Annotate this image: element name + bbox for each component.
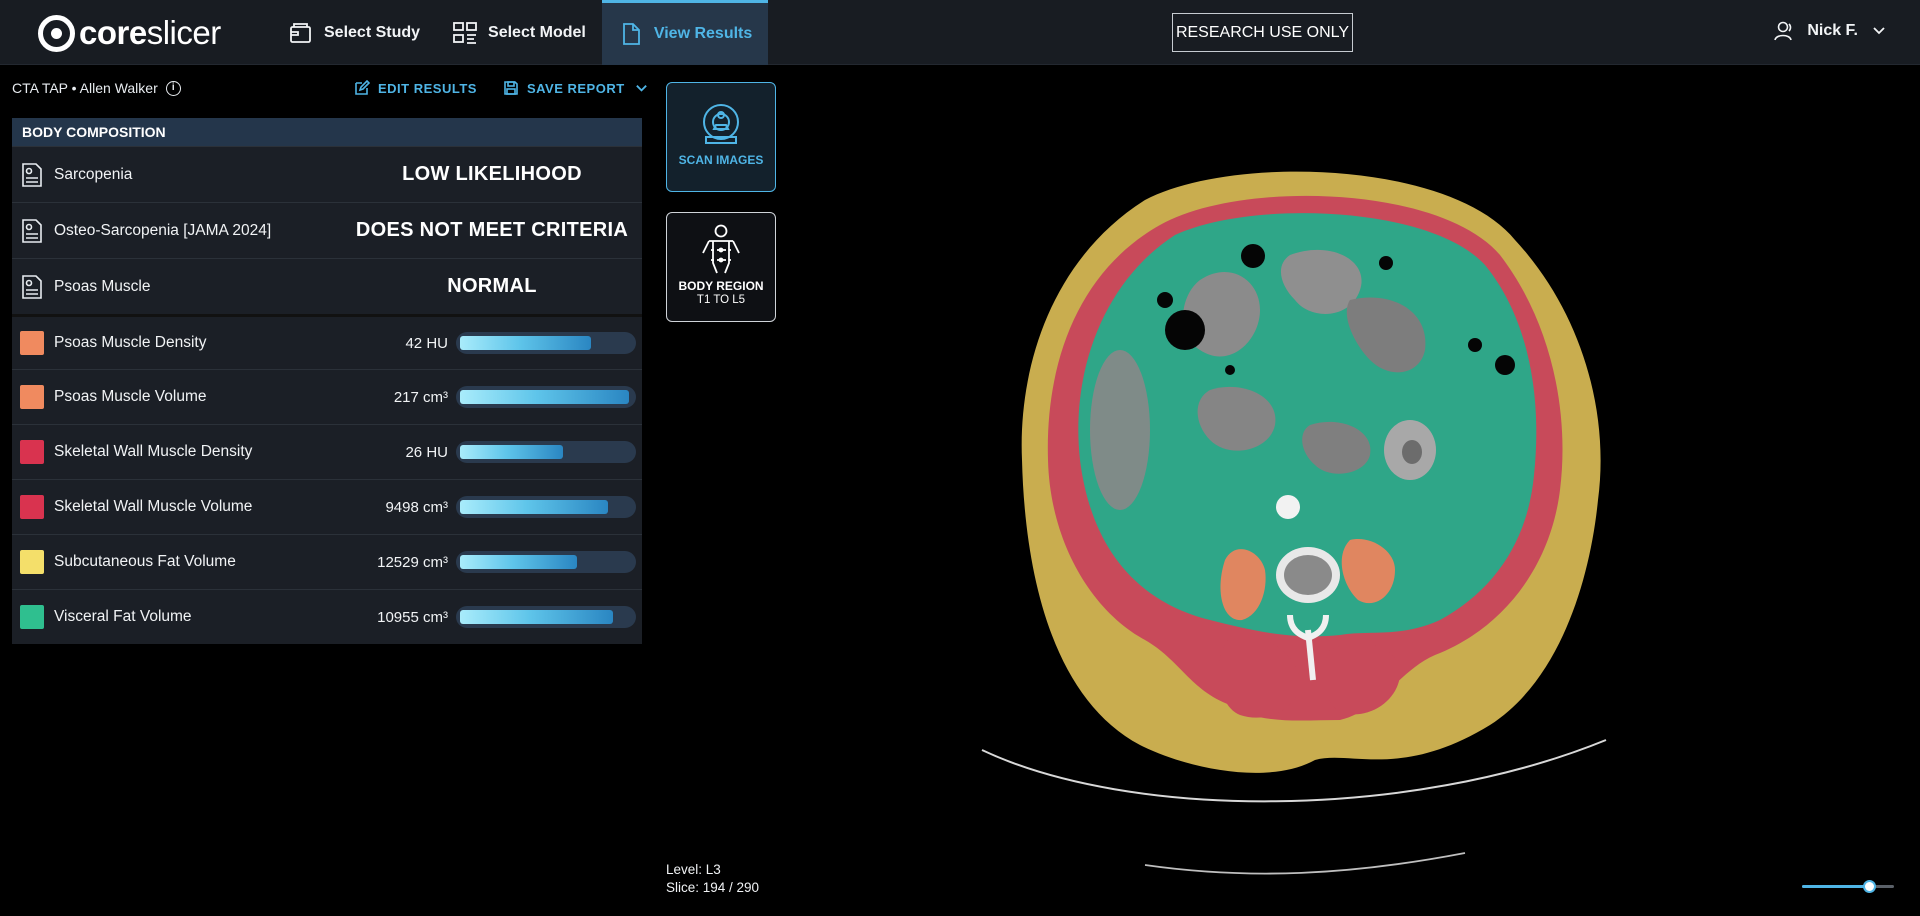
body-composition-heading: BODY COMPOSITION — [12, 118, 642, 146]
measurement-row[interactable]: Subcutaneous Fat Volume 12529 cm³ — [12, 534, 642, 589]
main-nav: Select Study Select Model View Results — [272, 0, 769, 65]
chevron-down-icon — [635, 84, 647, 92]
nav-select-study[interactable]: Select Study — [272, 0, 436, 65]
report-icon — [22, 162, 42, 187]
measurement-label: Skeletal Wall Muscle Volume — [54, 498, 253, 515]
slice-text: Slice: 194 / 290 — [666, 880, 760, 895]
measurement-value: 12529 cm³ — [377, 553, 448, 571]
measurement-row[interactable]: Visceral Fat Volume 10955 cm³ — [12, 589, 642, 644]
scan-images-button[interactable]: SCAN IMAGES — [666, 82, 776, 192]
edit-icon — [355, 80, 370, 95]
zoom-fill — [1802, 885, 1869, 888]
report-icon — [22, 274, 42, 299]
user-menu[interactable]: Nick F. — [1773, 20, 1886, 42]
measurement-bar — [456, 441, 636, 463]
research-use-badge: RESEARCH USE ONLY — [1172, 13, 1353, 52]
measurement-row[interactable]: Skeletal Wall Muscle Density 26 HU — [12, 424, 642, 479]
user-name: Nick F. — [1807, 22, 1858, 39]
measurement-label: Visceral Fat Volume — [54, 608, 192, 625]
model-icon — [453, 21, 477, 44]
study-description-text: CTA TAP • Allen Walker — [12, 80, 158, 96]
user-icon — [1774, 21, 1793, 41]
nav-select-study-label: Select Study — [324, 23, 421, 41]
measurement-bar — [456, 606, 636, 628]
slice-readout: Level: L3 Slice: 194 / 290 — [666, 861, 759, 897]
color-swatch — [20, 385, 44, 409]
body-icon — [702, 224, 740, 274]
color-swatch — [20, 331, 44, 355]
measurement-label: Skeletal Wall Muscle Density — [54, 443, 253, 460]
measurement-row[interactable]: Psoas Muscle Volume 217 cm³ — [12, 369, 642, 424]
report-icon — [22, 218, 42, 243]
measurement-row[interactable]: Psoas Muscle Density 42 HU — [12, 314, 642, 369]
document-icon — [622, 23, 640, 45]
folder-icon — [290, 22, 311, 43]
logo-mark-icon — [38, 14, 75, 52]
study-description: CTA TAP • Allen Walker i — [12, 80, 181, 96]
measurement-value: 217 cm³ — [393, 388, 448, 406]
scanner-icon — [703, 104, 739, 144]
zoom-slider[interactable] — [1802, 880, 1894, 893]
edit-results-label: EDIT RESULTS — [378, 80, 477, 96]
measurement-bar-fill — [460, 555, 577, 569]
measurement-bar — [456, 551, 636, 573]
assessment-row-sarcopenia[interactable]: Sarcopenia LOW LIKELIHOOD — [12, 146, 642, 202]
body-composition-panel: BODY COMPOSITION Sarcopenia LOW LIKELIHO… — [12, 118, 642, 644]
save-icon — [504, 81, 518, 95]
level-text: Level: L3 — [666, 862, 721, 877]
assessment-label: Psoas Muscle — [54, 277, 151, 295]
app-logo[interactable]: coreslicer — [38, 13, 221, 53]
top-navigation-bar: coreslicer Select Study Select Model Vie… — [0, 0, 1920, 65]
body-region-range: T1 TO L5 — [696, 294, 746, 306]
measurement-label: Subcutaneous Fat Volume — [54, 553, 236, 570]
measurement-bar — [456, 332, 636, 354]
color-swatch — [20, 495, 44, 519]
ct-slice-image[interactable] — [930, 160, 1610, 880]
assessment-row-osteo-sarcopenia[interactable]: Osteo-Sarcopenia [JAMA 2024] DOES NOT ME… — [12, 202, 642, 258]
measurement-row[interactable]: Skeletal Wall Muscle Volume 9498 cm³ — [12, 479, 642, 534]
color-swatch — [20, 440, 44, 464]
nav-view-results-label: View Results — [653, 25, 753, 42]
measurement-bar — [456, 496, 636, 518]
color-swatch — [20, 605, 44, 629]
assessment-label: Sarcopenia — [54, 165, 133, 183]
measurement-bar-fill — [460, 445, 563, 459]
measurement-bar-fill — [460, 500, 608, 514]
zoom-handle[interactable] — [1863, 880, 1876, 893]
save-report-button[interactable]: SAVE REPORT — [503, 80, 656, 96]
measurement-value: 9498 cm³ — [385, 498, 448, 516]
measurement-label: Psoas Muscle Density — [54, 334, 207, 351]
result-actions: EDIT RESULTS SAVE REPORT — [354, 80, 656, 96]
logo-text-light: slicer — [146, 14, 222, 51]
measurement-bar-fill — [460, 336, 591, 350]
measurement-value: 10955 cm³ — [377, 608, 448, 626]
chevron-down-icon — [1873, 27, 1885, 35]
assessment-row-psoas-muscle[interactable]: Psoas Muscle NORMAL — [12, 258, 642, 314]
nav-select-model-label: Select Model — [488, 23, 586, 41]
body-region-label: BODY REGION — [678, 279, 764, 293]
nav-view-results[interactable]: View Results — [601, 0, 769, 65]
measurement-label: Psoas Muscle Volume — [54, 388, 207, 405]
info-icon[interactable]: i — [165, 80, 181, 96]
measurement-value: 26 HU — [405, 443, 448, 461]
body-region-button[interactable]: BODY REGION T1 TO L5 — [666, 212, 776, 322]
nav-select-model[interactable]: Select Model — [436, 0, 602, 65]
measurement-bar — [456, 386, 636, 408]
measurement-value: 42 HU — [405, 334, 448, 352]
measurement-bar-fill — [460, 610, 613, 624]
save-report-label: SAVE REPORT — [526, 80, 625, 96]
color-swatch — [20, 550, 44, 574]
measurement-bar-fill — [460, 390, 629, 404]
logo-text-bold: core — [79, 14, 147, 51]
edit-results-button[interactable]: EDIT RESULTS — [354, 80, 477, 96]
scan-images-label: SCAN IMAGES — [678, 153, 764, 167]
